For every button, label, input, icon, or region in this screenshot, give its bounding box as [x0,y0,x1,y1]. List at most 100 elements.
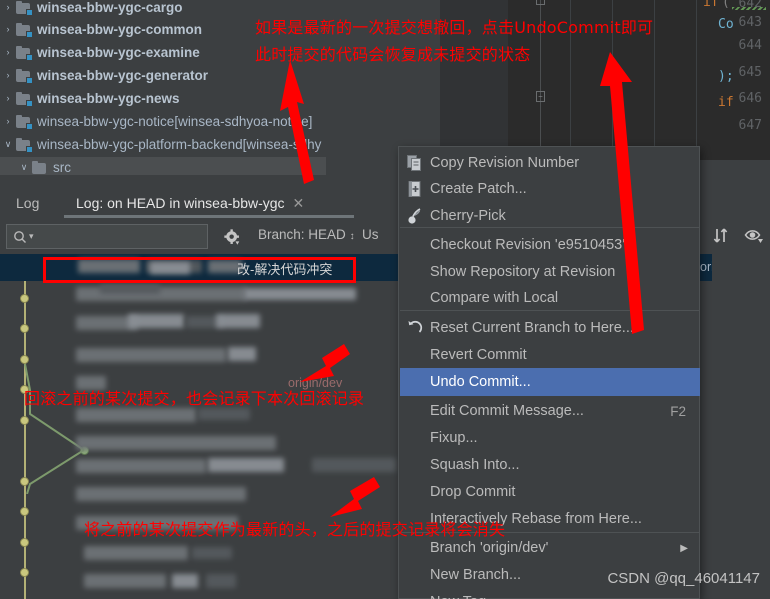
tree-item-label: winsea-bbw-ygc-examine [37,45,200,60]
blurred-text [76,436,276,450]
menu-item-label: Checkout Revision 'e9510453' [430,237,625,253]
menu-item-label: Undo Commit... [430,374,531,390]
eye-icon[interactable] [744,227,766,250]
menu-item-drop-commit[interactable]: Drop Commit [400,478,700,506]
menu-item-shortcut: F2 [670,403,686,419]
tree-item-label: winsea-bbw-ygc-cargo [37,0,183,15]
module-folder-icon [16,114,33,130]
menu-item-show-repository-at-revision[interactable]: Show Repository at Revision [400,258,700,286]
user-filter[interactable]: Us [362,227,379,242]
blurred-text [76,487,246,501]
menu-item-checkout-revision[interactable]: Checkout Revision 'e9510453' [400,231,700,259]
menu-item-label: Cherry-Pick [430,208,506,224]
annotation-reset: 将之前的某次提交作为最新的头，之后的提交记录将会消失 [84,520,506,539]
blurred-text [208,458,284,472]
submenu-arrow-icon[interactable]: ▶ [680,543,688,554]
tree-item-winsea-bbw-ygc-news[interactable]: › winsea-bbw-ygc-news [0,88,180,109]
module-folder-icon [16,137,33,153]
tab-log-label: Log [16,195,40,211]
blurred-text [128,314,184,328]
tab-log-on-head-label: Log: on HEAD in winsea-bbw-ygc [76,195,285,211]
code-token: ( [722,0,730,10]
copy-icon [406,154,424,172]
menu-item-label: Reset Current Branch to Here... [430,320,634,336]
module-folder-icon [16,22,33,38]
blurred-text [198,408,250,420]
tree-item-winsea-bbw-ygc-examine[interactable]: › winsea-bbw-ygc-examine [0,42,200,63]
menu-item-label: Fixup... [430,430,478,446]
menu-item-new-tag[interactable]: New Tag [400,588,700,599]
right-gutter-strip [712,160,770,599]
menu-item-compare-with-local[interactable]: Compare with Local [400,284,700,312]
menu-item-cherry-pick[interactable]: Cherry-Pick [400,202,700,230]
tab-log-on-head[interactable]: Log: on HEAD in winsea-bbw-ygc ✕ [76,190,304,216]
annotation-revert: 回滚之前的某次提交，也会记录下本次回滚记录 [24,389,365,408]
tree-item-winsea-bbw-ygc-notice[interactable]: › winsea-bbw-ygc-notice [winsea-sdhyoa-n… [0,111,312,132]
code-token: Co [718,17,734,32]
annotation-undo-commit: 如果是最新的一次提交想撤回，点击UndoCommit即可 [255,18,654,37]
chevron-updown-icon[interactable]: ↕ [350,231,355,242]
chevron-right-icon[interactable]: › [0,19,16,40]
chevron-down-icon[interactable]: ∨ [16,157,32,175]
sort-updown-icon[interactable] [712,227,732,250]
menu-item-edit-commit-message[interactable]: Edit Commit Message... F2 [400,397,700,425]
menu-item-revert-commit[interactable]: Revert Commit [400,341,700,369]
chevron-right-icon[interactable]: › [0,0,16,18]
module-folder-icon [16,45,33,61]
tree-item-vcs-mapping: [winsea-sdhy [242,137,322,152]
module-folder-icon [16,91,33,107]
module-folder-icon [16,0,33,16]
menu-item-label: Drop Commit [430,484,516,500]
menu-item-label: Create Patch... [430,181,527,197]
tree-item-label: winsea-bbw-ygc-generator [37,68,209,83]
blurred-text [192,547,232,559]
fold-marker-icon[interactable]: − [536,91,545,102]
annotation-restore-state: 此时提交的代码会恢复成未提交的状态 [255,45,531,64]
menu-item-label: Squash Into... [430,457,520,473]
menu-item-label: Copy Revision Number [430,155,580,171]
branch-filter-label: Branch: HEAD [258,227,346,242]
tree-item-label: src [53,160,71,175]
branch-label[interactable]: origin & de [700,260,712,274]
chevron-right-icon[interactable]: › [0,88,16,109]
menu-item-undo-commit[interactable]: Undo Commit... [400,368,700,396]
menu-separator [400,310,700,311]
tree-item-label: winsea-bbw-ygc-news [37,91,180,106]
menu-item-create-patch[interactable]: Create Patch... [400,175,700,203]
tree-item-label: winsea-bbw-ygc-notice [37,114,175,129]
tree-item-winsea-bbw-ygc-cargo[interactable]: › winsea-bbw-ygc-cargo [0,0,183,18]
gear-icon[interactable] [224,229,241,251]
menu-item-reset-current-branch-to-here[interactable]: Reset Current Branch to Here... [400,314,700,342]
tree-item-src[interactable]: ∨ src [0,157,326,175]
tree-item-winsea-bbw-ygc-common[interactable]: › winsea-bbw-ygc-common [0,19,202,40]
indent-guide [654,0,655,160]
blurred-text [100,284,160,294]
menu-item-copy-revision-number[interactable]: Copy Revision Number [400,149,700,177]
menu-item-squash-into[interactable]: Squash Into... [400,451,700,479]
menu-item-label: Branch 'origin/dev' [430,540,549,556]
chevron-down-icon[interactable]: ▾ [29,231,34,242]
search-input[interactable]: ▾ [6,224,208,249]
blurred-text [84,546,188,560]
fold-marker-top-icon[interactable]: − [536,0,545,5]
blurred-text [228,347,256,361]
line-number: 647 [738,118,762,133]
blurred-text [312,458,396,472]
blurred-text [216,314,260,328]
menu-item-label: Revert Commit [430,347,527,363]
chevron-right-icon[interactable]: › [0,42,16,63]
tab-log[interactable]: Log [16,190,39,216]
tree-item-winsea-bbw-ygc-platform-backend[interactable]: ∨ winsea-bbw-ygc-platform-backend [winse… [0,134,321,155]
chevron-right-icon[interactable]: › [0,111,16,132]
blurred-text [76,348,226,362]
tree-item-winsea-bbw-ygc-generator[interactable]: › winsea-bbw-ygc-generator [0,65,208,86]
branch-filter[interactable]: Branch: HEAD ↕ [258,227,355,242]
code-token: ); [718,69,734,84]
ide-screenshot-root: 642 643 644 645 646 647 − − if ( Co ); i… [0,0,770,599]
chevron-right-icon[interactable]: › [0,65,16,86]
blurred-text [244,288,356,300]
chevron-down-icon[interactable]: ∨ [0,134,16,155]
menu-item-fixup[interactable]: Fixup... [400,424,700,452]
close-icon[interactable]: ✕ [293,195,305,212]
user-filter-label: Us [362,227,379,242]
